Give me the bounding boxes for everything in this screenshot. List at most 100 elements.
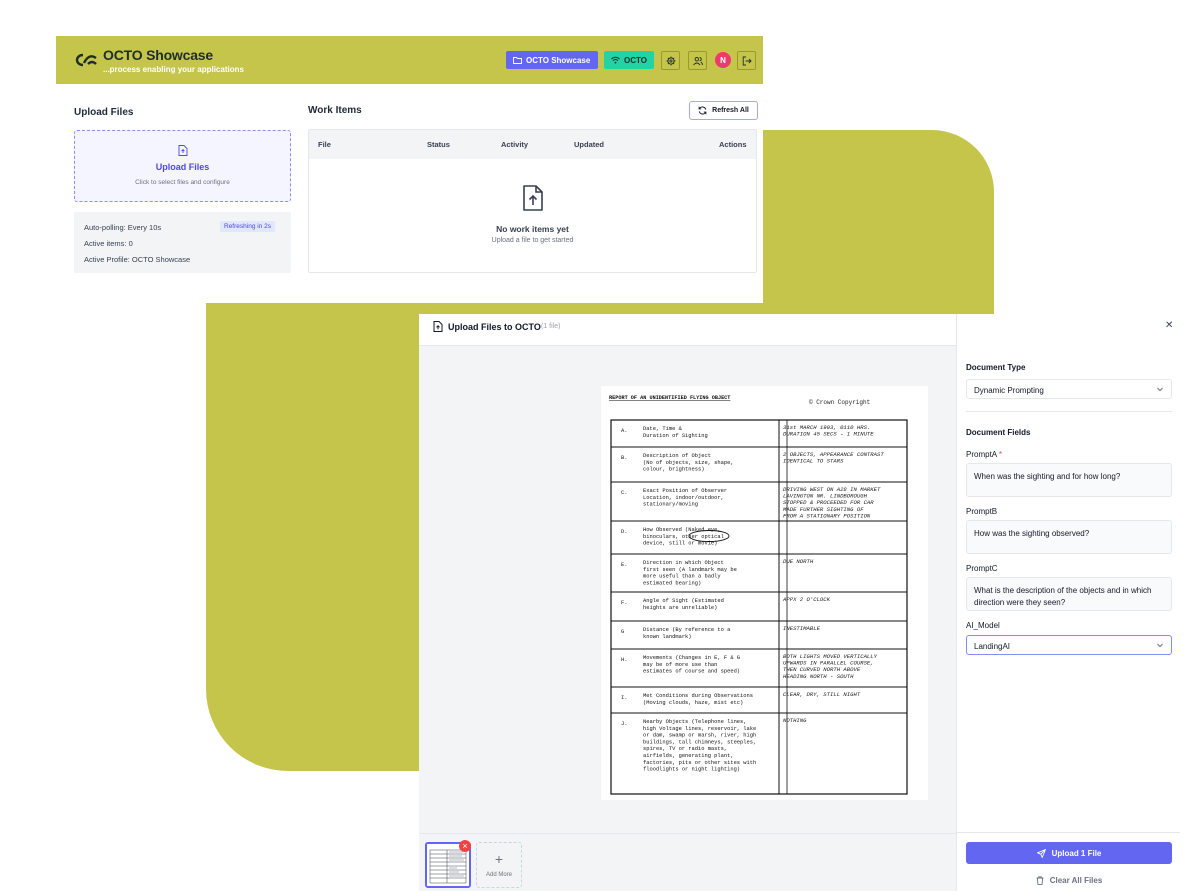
app-title: OCTO Showcase: [103, 47, 213, 63]
divider: [966, 411, 1172, 412]
form-row-label: Movements (Changes in E, F & G: [643, 655, 740, 661]
form-row-label: Direction in which Object: [643, 560, 724, 566]
form-title: REPORT OF AN UNIDENTIFIED FLYING OBJECT: [609, 395, 730, 401]
ufo-report-form: REPORT OF AN UNIDENTIFIED FLYING OBJECT ©…: [609, 395, 908, 795]
form-row-label: Distance (By reference to a: [643, 627, 731, 633]
dropzone-title: Upload Files: [155, 162, 210, 172]
form-row-label: Duration of Sighting: [643, 433, 708, 439]
form-row-label: Exact Position of Observer: [643, 488, 727, 494]
prompt-c-label: PromptC: [966, 564, 998, 573]
form-row-label: Nearby Objects (Telephone lines,: [643, 719, 747, 725]
required-marker: *: [998, 450, 1003, 459]
connection-button[interactable]: OCTO: [604, 51, 654, 69]
connection-button-label: OCTO: [624, 55, 647, 65]
avatar[interactable]: N: [715, 52, 731, 68]
settings-button[interactable]: [661, 51, 680, 70]
profile-button-label: OCTO Showcase: [526, 55, 591, 65]
wifi-icon: [611, 56, 620, 64]
form-row-label: may be of more use than: [643, 662, 717, 668]
file-count: (1 file): [541, 323, 561, 330]
users-icon: [692, 56, 703, 65]
users-button[interactable]: [688, 51, 707, 70]
upload-files-button[interactable]: Upload 1 File: [966, 842, 1172, 864]
form-row-label: spires, TV or radio masts,: [643, 746, 727, 752]
table-header: File Status Activity Updated Actions: [309, 130, 756, 159]
document-page: REPORT OF AN UNIDENTIFIED FLYING OBJECT ©…: [601, 386, 928, 800]
form-row-answer: FROM A STATIONARY POSITION: [783, 512, 871, 519]
ai-model-select[interactable]: LandingAI: [966, 635, 1172, 655]
form-row-answer: NOTHING: [783, 717, 807, 724]
column-header-updated: Updated: [574, 140, 604, 149]
remove-file-icon[interactable]: ×: [459, 840, 471, 852]
form-row-code: D.: [621, 529, 627, 535]
form-row-label: estimates of course and speed): [643, 669, 740, 675]
document-type-value: Dynamic Prompting: [974, 386, 1044, 395]
divider: [957, 832, 1180, 833]
document-preview: REPORT OF AN UNIDENTIFIED FLYING OBJECT ©…: [419, 346, 956, 833]
form-row-code: H.: [621, 657, 627, 663]
form-row-label: Location, indoor/outdoor,: [643, 495, 724, 501]
form-row-answer: DUE NORTH: [783, 558, 814, 565]
prompt-a-field[interactable]: When was the sighting and for how long?: [966, 463, 1172, 497]
ai-model-label: AI_Model: [966, 621, 1000, 630]
form-row-answer: CLEAR, DRY, STILL NIGHT: [783, 691, 861, 698]
refresh-all-button[interactable]: Refresh All: [689, 101, 758, 120]
upload-button-label: Upload 1 File: [1051, 848, 1102, 858]
clear-all-files-button[interactable]: Clear All Files: [966, 873, 1172, 887]
form-row-answer: INESTIMABLE: [783, 625, 821, 632]
close-icon[interactable]: ✕: [1165, 320, 1173, 331]
empty-state-hint: Upload a file to get started: [491, 237, 574, 244]
work-items-heading: Work Items: [308, 105, 362, 116]
form-row-answer: HEADING NORTH - SOUTH: [783, 673, 854, 680]
upload-dropzone[interactable]: Upload Files Click to select files and c…: [74, 130, 291, 202]
form-row-label: first seen (A landmark may be: [643, 567, 737, 573]
upload-files-heading: Upload Files: [74, 107, 134, 118]
prompt-b-label: PromptB: [966, 507, 998, 516]
form-row-label: estimated bearing): [643, 580, 701, 586]
column-header-file: File: [318, 140, 331, 149]
form-row-label: Description of Object: [643, 453, 711, 459]
column-header-activity: Activity: [501, 140, 529, 149]
auto-polling-text: Auto-polling: Every 10s: [84, 223, 162, 232]
prompt-c-field[interactable]: What is the description of the objects a…: [966, 577, 1172, 611]
gear-icon: [666, 56, 675, 65]
trash-icon: [1036, 875, 1044, 885]
add-more-button[interactable]: + Add More: [476, 842, 522, 888]
form-row-label: factories, pits or other sites with: [643, 760, 756, 766]
ai-model-value: LandingAI: [974, 642, 1011, 651]
dashboard-window: OCTO Showcase ...process enabling your a…: [56, 36, 763, 303]
add-more-label: Add More: [485, 872, 512, 878]
prompt-a-label: PromptA *: [966, 450, 1002, 459]
document-type-select[interactable]: Dynamic Prompting: [966, 379, 1172, 399]
polling-info-box: Auto-polling: Every 10s Refreshing in 2s…: [74, 212, 291, 273]
form-row-label: colour, brightness): [643, 467, 704, 473]
send-icon: [1036, 848, 1046, 858]
form-row-label: high Voltage lines, reservoir, lake: [643, 726, 756, 732]
dropzone-hint: Click to select files and configure: [135, 179, 230, 186]
modal-header: Upload Files to OCTO (1 file): [419, 314, 956, 346]
form-row-label: Angle of Sight (Estimated: [643, 598, 724, 604]
plus-icon: +: [494, 851, 504, 867]
form-row-code: J.: [621, 721, 627, 727]
file-upload-icon: [523, 185, 543, 211]
active-profile-text: Active Profile: OCTO Showcase: [84, 255, 191, 264]
form-row-label: more useful than a badly: [643, 574, 721, 580]
thumbnail-strip: × + Add More: [419, 833, 956, 891]
form-row-label: or dam, swamp or marsh, river, high: [643, 733, 756, 739]
refresh-all-label: Refresh All: [712, 107, 749, 114]
form-row-label: (No of objects, size, shape,: [643, 460, 734, 466]
form-row-code: B.: [621, 455, 627, 461]
form-row-label: (Moving clouds, haze, mist etc): [643, 700, 743, 706]
app-header: OCTO Showcase ...process enabling your a…: [56, 36, 763, 84]
folder-icon: [513, 57, 522, 64]
form-row-label: Met Conditions during Observations: [643, 693, 753, 699]
form-row-code: A.: [621, 428, 627, 434]
column-header-status: Status: [427, 140, 450, 149]
clear-button-label: Clear All Files: [1049, 875, 1103, 885]
logout-button[interactable]: [737, 51, 756, 70]
form-row-label: binoculars, other optical: [643, 534, 724, 540]
form-row-code: C.: [621, 490, 627, 496]
prompt-b-field[interactable]: How was the sighting observed?: [966, 520, 1172, 554]
profile-button[interactable]: OCTO Showcase: [506, 51, 598, 69]
form-row-label: How Observed (Naked eye,: [643, 527, 721, 533]
